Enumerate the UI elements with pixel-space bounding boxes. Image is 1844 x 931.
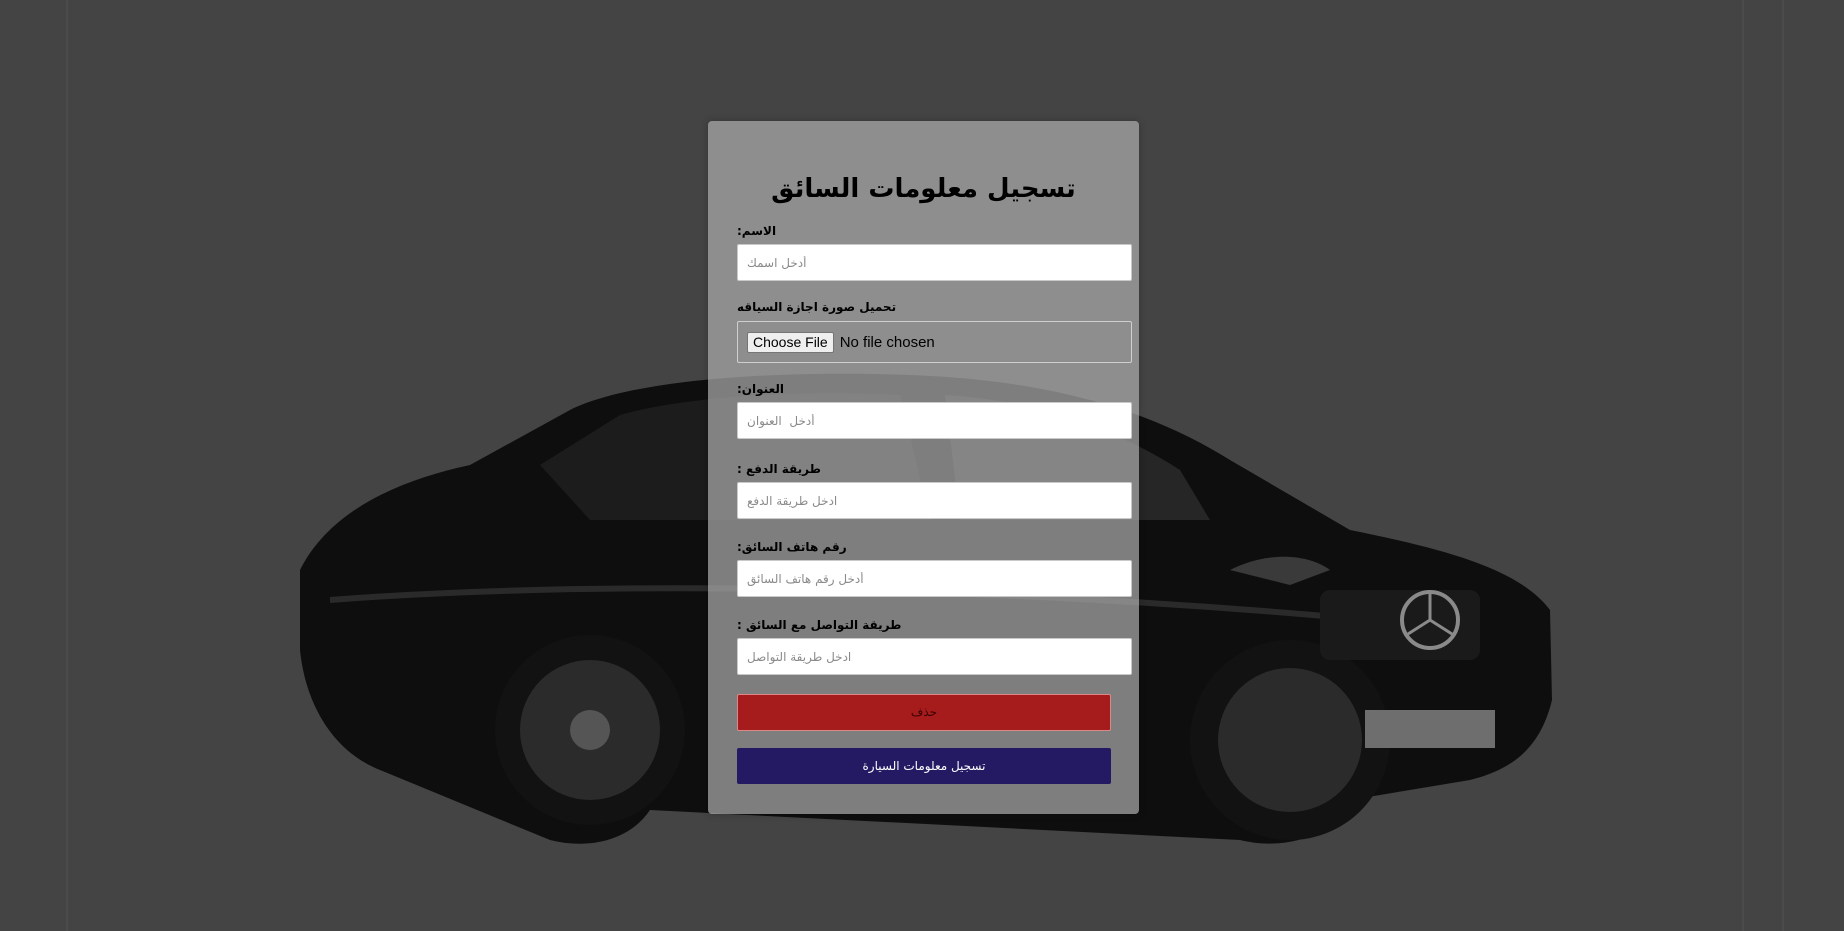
- payment-method-field-group: طريقة الدفع :: [737, 461, 1132, 519]
- choose-file-button[interactable]: Choose File: [747, 331, 834, 353]
- driver-phone-input[interactable]: [737, 560, 1132, 597]
- contact-method-input[interactable]: [737, 638, 1132, 675]
- name-field-group: الاسم:: [737, 223, 1132, 281]
- license-upload-label: تحميل صورة اجازة السياقه: [737, 300, 897, 314]
- license-upload-field-group: تحميل صورة اجازة السياقه Choose File No …: [737, 299, 1132, 363]
- register-car-info-button[interactable]: تسجيل معلومات السيارة: [737, 748, 1111, 784]
- license-file-input[interactable]: Choose File No file chosen: [737, 321, 1132, 363]
- driver-registration-form: تسجيل معلومات السائق الاسم: تحميل صورة ا…: [708, 121, 1139, 814]
- background-stripe: [1742, 0, 1744, 931]
- address-label: العنوان:: [737, 382, 784, 396]
- name-label: الاسم:: [737, 224, 777, 238]
- payment-method-input[interactable]: [737, 482, 1132, 519]
- address-field-group: العنوان:: [737, 381, 1132, 439]
- driver-phone-label: رقم هاتف السائق:: [737, 540, 847, 554]
- background-stripe: [1782, 0, 1784, 931]
- address-input[interactable]: [737, 402, 1132, 439]
- page-background: تسجيل معلومات السائق الاسم: تحميل صورة ا…: [0, 0, 1844, 931]
- form-title: تسجيل معلومات السائق: [771, 174, 1076, 204]
- contact-method-field-group: طريقة التواصل مع السائق :: [737, 617, 1132, 675]
- name-input[interactable]: [737, 244, 1132, 281]
- contact-method-label: طريقة التواصل مع السائق :: [737, 618, 902, 632]
- delete-button[interactable]: حذف: [737, 694, 1111, 731]
- background-stripe: [66, 0, 68, 931]
- driver-phone-field-group: رقم هاتف السائق:: [737, 539, 1132, 597]
- payment-method-label: طريقة الدفع :: [737, 462, 821, 476]
- file-status-text: No file chosen: [839, 333, 935, 351]
